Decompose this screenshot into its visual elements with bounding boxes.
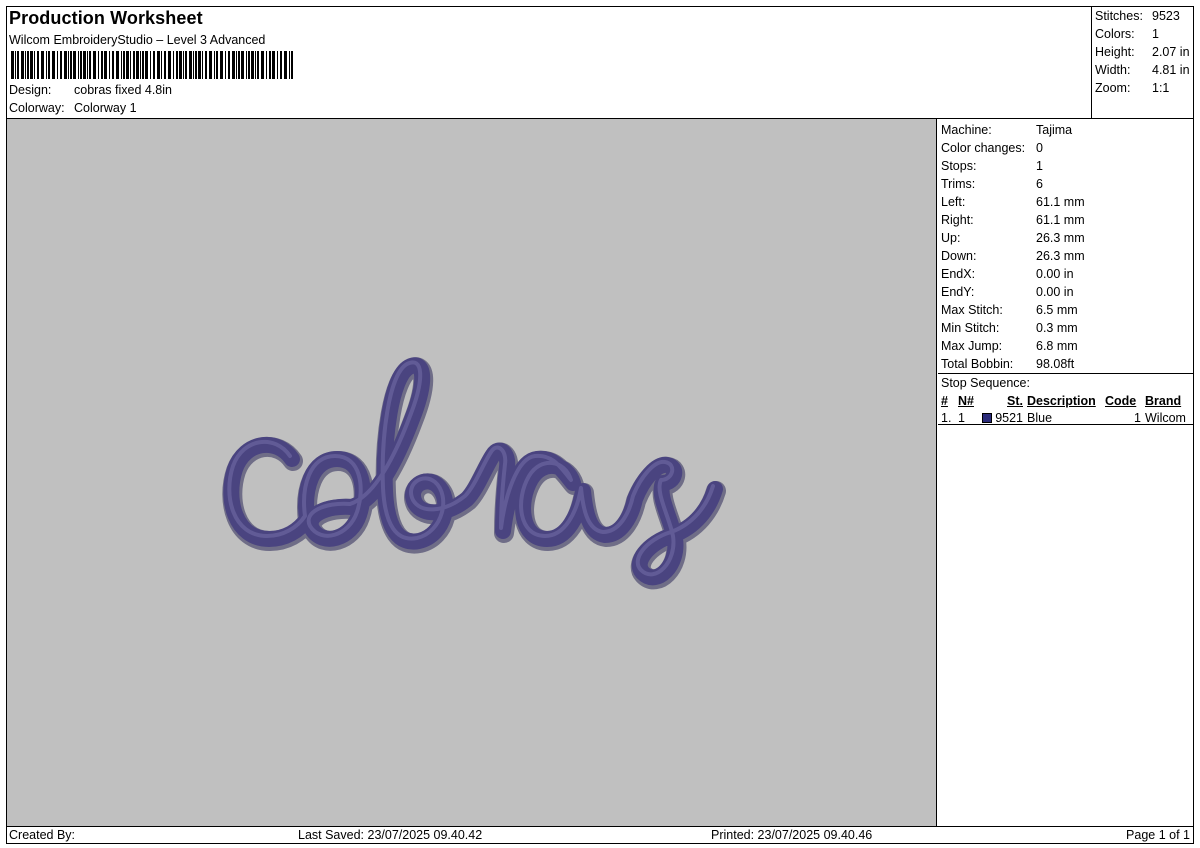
machine-label: Max Jump: [941, 339, 1003, 353]
machine-row: Total Bobbin: 98.08ft [941, 355, 1193, 373]
summary-label: Width: [1095, 63, 1131, 77]
stop-sequence-table: # N# St. Description Code Brand 1. 1 952… [941, 392, 1193, 426]
stop-sequence: Stop Sequence: # N# St. Description Code… [938, 374, 1193, 425]
machine-label: EndY: [941, 285, 975, 299]
machine-row: Color changes: 0 [941, 139, 1193, 157]
production-worksheet: Production Worksheet Wilcom EmbroiderySt… [6, 6, 1194, 844]
machine-label: Total Bobbin: [941, 357, 1014, 371]
machine-label: Right: [941, 213, 974, 227]
machine-value: 1 [1036, 159, 1043, 173]
machine-value: Tajima [1036, 123, 1073, 137]
design-summary: Stitches: 9523 Colors: 1 Height: 2.07 in Wi… [1091, 7, 1193, 119]
colorway-label: Colorway: [9, 101, 65, 115]
machine-details: Machine: Tajima Color changes: 0 Stops: 1 T… [938, 119, 1193, 374]
table-row: 1. 1 9521 Blue 1 Wilcom [941, 409, 1193, 426]
machine-value: 98.08ft [1036, 357, 1075, 371]
machine-label: Trims: [941, 177, 976, 191]
last-saved: Last Saved: 23/07/2025 09.40.42 [298, 828, 483, 842]
machine-row: EndX: 0.00 in [941, 265, 1193, 283]
summary-label: Colors: [1095, 27, 1135, 41]
col-needle: N# [958, 393, 974, 408]
summary-label: Height: [1095, 45, 1135, 59]
stop-sequence-caption: Stop Sequence: [941, 376, 1030, 390]
page-number: Page 1 of 1 [1126, 828, 1190, 842]
machine-value: 0.00 in [1036, 285, 1074, 299]
machine-row: Max Jump: 6.8 mm [941, 337, 1193, 355]
stop-code: 1 [1134, 410, 1141, 425]
stop-sequence-header: # N# St. Description Code Brand [941, 392, 1193, 409]
machine-value: 61.1 mm [1036, 195, 1085, 209]
summary-value: 2.07 in [1152, 45, 1190, 59]
col-code: Code [1105, 393, 1137, 408]
machine-row: Max Stitch: 6.5 mm [941, 301, 1193, 319]
design-preview [7, 119, 937, 826]
machine-row: Up: 26.3 mm [941, 229, 1193, 247]
thread-highlight [227, 360, 715, 577]
machine-label: Max Stitch: [941, 303, 1003, 317]
machine-row: Min Stitch: 0.3 mm [941, 319, 1193, 337]
summary-value: 1 [1152, 27, 1159, 41]
col-description: Description [1027, 393, 1096, 408]
stop-stitches: 9521 [995, 410, 1023, 425]
summary-value: 1:1 [1152, 81, 1170, 95]
summary-label: Zoom: [1095, 81, 1131, 95]
machine-value: 0.00 in [1036, 267, 1074, 281]
machine-row: Stops: 1 [941, 157, 1193, 175]
worksheet-header: Production Worksheet Wilcom EmbroiderySt… [7, 7, 1193, 119]
summary-row: Zoom: 1:1 [1095, 80, 1193, 98]
machine-row: Down: 26.3 mm [941, 247, 1193, 265]
summary-value: 9523 [1152, 9, 1180, 23]
machine-panel: Machine: Tajima Color changes: 0 Stops: 1 T… [938, 119, 1193, 826]
printed-date: Printed: 23/07/2025 09.40.46 [711, 828, 873, 842]
stop-number: 1. [941, 410, 952, 425]
machine-label: Left: [941, 195, 966, 209]
thread-color-swatch [982, 412, 993, 423]
machine-value: 6.5 mm [1036, 303, 1078, 317]
machine-value: 0.3 mm [1036, 321, 1078, 335]
col-number: # [941, 393, 948, 408]
machine-value: 6 [1036, 177, 1043, 191]
software-name: Wilcom EmbroideryStudio – Level 3 Advanc… [9, 33, 266, 47]
design-value: cobras fixed 4.8in [74, 83, 172, 97]
machine-value: 26.3 mm [1036, 231, 1085, 245]
cobras-lettering [223, 357, 723, 586]
machine-row: Left: 61.1 mm [941, 193, 1193, 211]
machine-label: Machine: [941, 123, 992, 137]
design-label: Design: [9, 83, 52, 97]
machine-label: EndX: [941, 267, 976, 281]
stop-description: Blue [1027, 410, 1053, 425]
summary-value: 4.81 in [1152, 63, 1190, 77]
machine-row: Right: 61.1 mm [941, 211, 1193, 229]
page-title: Production Worksheet [9, 8, 203, 28]
embroidery-design [222, 357, 726, 590]
machine-row: Machine: Tajima [941, 121, 1193, 139]
summary-row: Stitches: 9523 [1095, 8, 1193, 26]
machine-value: 0 [1036, 141, 1043, 155]
summary-label: Stitches: [1095, 9, 1143, 23]
machine-label: Min Stitch: [941, 321, 1000, 335]
stop-brand: Wilcom [1145, 410, 1186, 425]
summary-row: Width: 4.81 in [1095, 62, 1193, 80]
machine-label: Up: [941, 231, 961, 245]
stop-needle: 1 [958, 410, 965, 425]
barcode [11, 51, 293, 79]
col-stitches: St. [1007, 393, 1023, 408]
colorway-value: Colorway 1 [74, 101, 137, 115]
colorway-row: Colorway: Colorway 1 [9, 101, 137, 115]
summary-row: Height: 2.07 in [1095, 44, 1193, 62]
summary-row: Colors: 1 [1095, 26, 1193, 44]
design-row: Design: cobras fixed 4.8in [9, 83, 172, 97]
created-by: Created By: [9, 828, 76, 842]
machine-value: 6.8 mm [1036, 339, 1078, 353]
machine-row: EndY: 0.00 in [941, 283, 1193, 301]
machine-label: Down: [941, 249, 977, 263]
machine-value: 61.1 mm [1036, 213, 1085, 227]
col-brand: Brand [1145, 393, 1182, 408]
worksheet-footer: Created By: Last Saved: 23/07/2025 09.40… [7, 826, 1193, 843]
machine-value: 26.3 mm [1036, 249, 1085, 263]
machine-label: Stops: [941, 159, 977, 173]
stop-stitches-cell: 9521 [980, 409, 1027, 426]
machine-row: Trims: 6 [941, 175, 1193, 193]
machine-label: Color changes: [941, 141, 1026, 155]
